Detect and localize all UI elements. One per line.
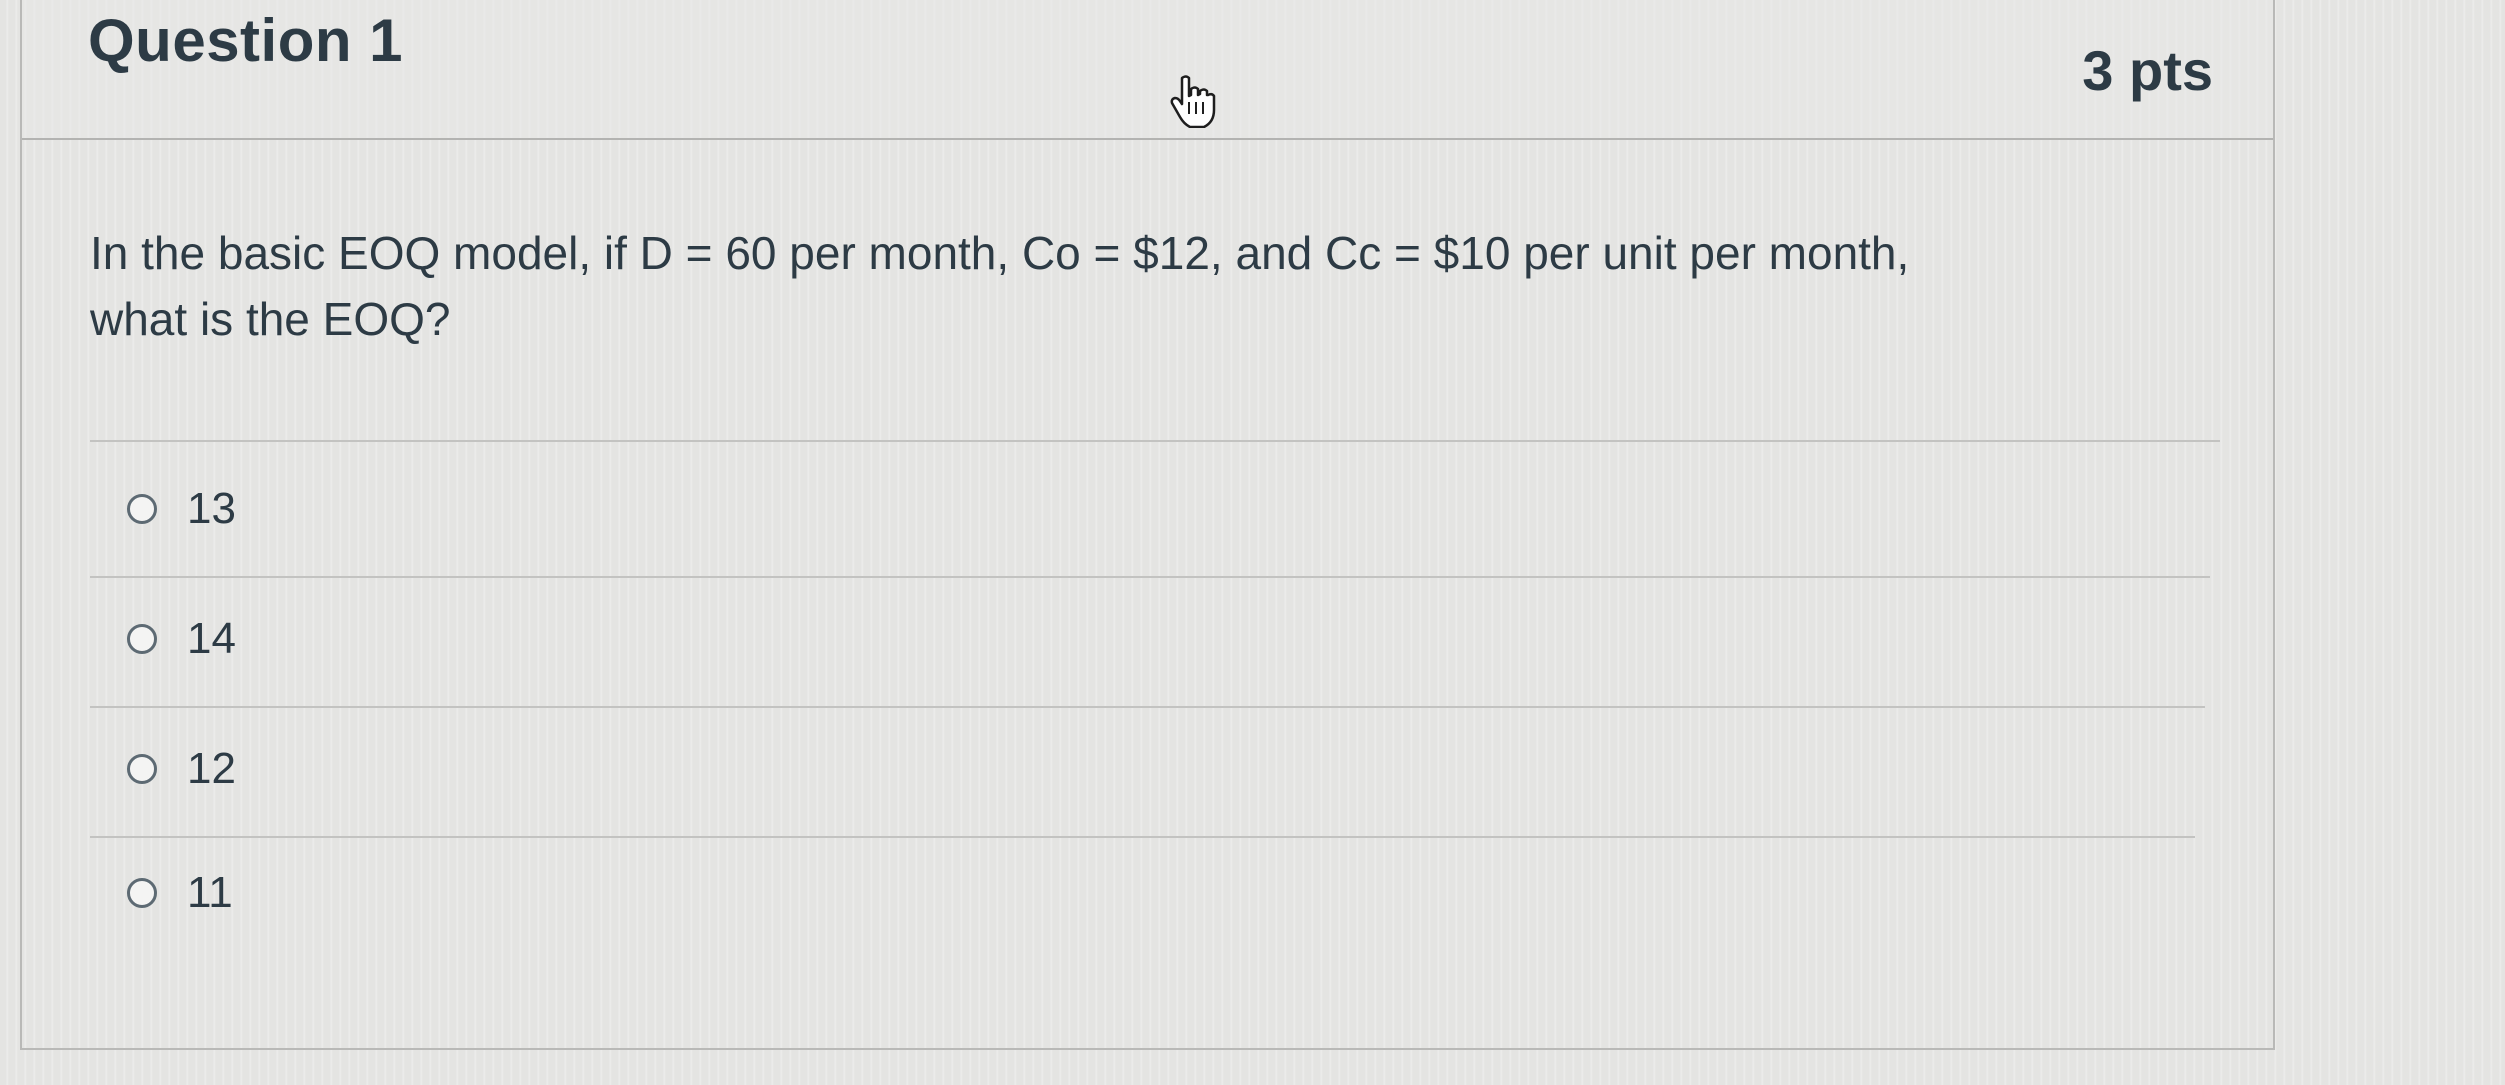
answer-option-2[interactable]: 14	[127, 614, 236, 664]
screen-background: Question 1 3 pts In the basic EOQ model,…	[0, 0, 2505, 1085]
question-header: Question 1 3 pts	[22, 0, 2273, 140]
radio-button[interactable]	[127, 878, 157, 908]
radio-button[interactable]	[127, 754, 157, 784]
radio-button[interactable]	[127, 494, 157, 524]
question-card: Question 1 3 pts In the basic EOQ model,…	[20, 0, 2275, 1050]
question-title: Question 1	[88, 7, 404, 74]
question-points: 3 pts	[2082, 39, 2213, 102]
answer-option-1[interactable]: 13	[127, 484, 236, 534]
answer-label: 13	[187, 484, 236, 533]
answer-divider	[90, 706, 2205, 708]
answer-option-3[interactable]: 12	[127, 744, 236, 794]
answer-divider	[90, 576, 2210, 578]
answer-divider	[90, 836, 2195, 838]
radio-button[interactable]	[127, 624, 157, 654]
question-text-line-1: In the basic EOQ model, if D = 60 per mo…	[90, 227, 1910, 279]
question-text: In the basic EOQ model, if D = 60 per mo…	[90, 220, 2190, 352]
answers-top-divider	[90, 440, 2220, 442]
question-text-line-2: what is the EOQ?	[90, 293, 451, 345]
hand-pointer-icon	[1170, 75, 1216, 128]
answer-label: 14	[187, 614, 236, 663]
answer-option-4[interactable]: 11	[127, 868, 233, 918]
answer-label: 12	[187, 744, 236, 793]
answer-label: 11	[187, 868, 233, 917]
